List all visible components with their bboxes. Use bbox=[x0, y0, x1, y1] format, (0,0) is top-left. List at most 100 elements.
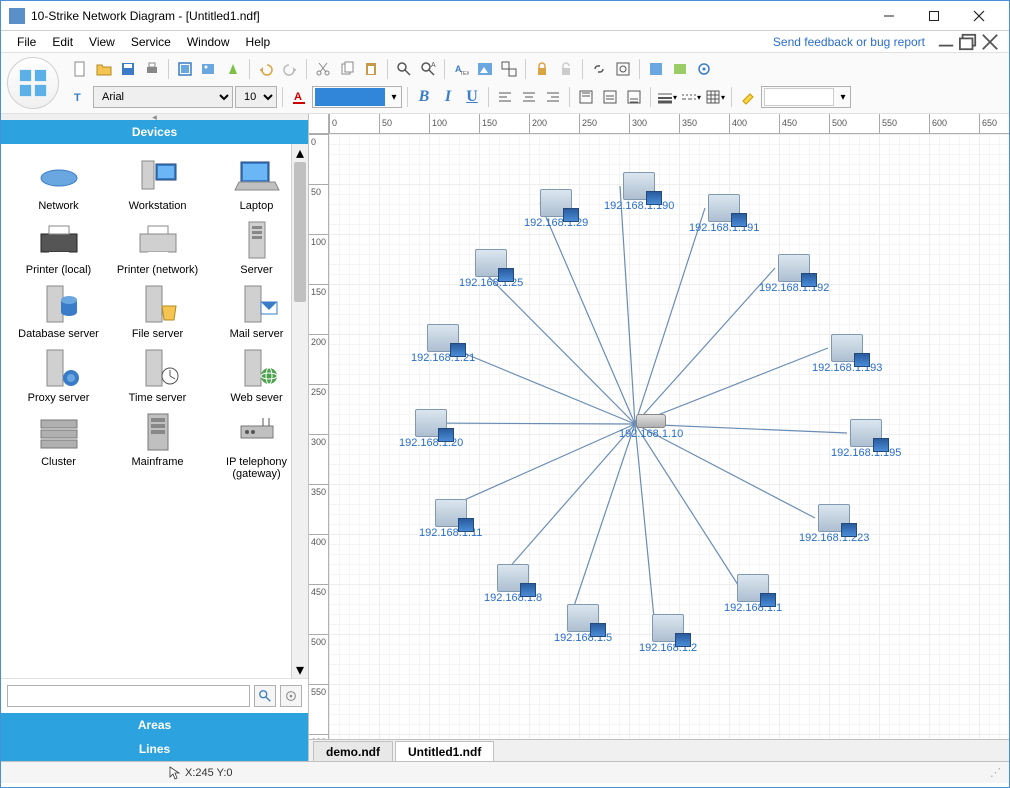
zoom-fit-button[interactable] bbox=[612, 58, 634, 80]
device-palette-item[interactable]: Mainframe bbox=[108, 408, 207, 484]
mdi-restore-button[interactable] bbox=[959, 35, 977, 49]
font-color-button[interactable]: A bbox=[288, 86, 310, 108]
diagram-node[interactable]: 192.168.1.5 bbox=[554, 604, 612, 644]
device-palette-item[interactable]: Time server bbox=[108, 344, 207, 408]
device-palette-item[interactable]: Cluster bbox=[9, 408, 108, 484]
menu-service[interactable]: Service bbox=[123, 35, 179, 49]
align-left-button[interactable] bbox=[494, 86, 516, 108]
diagram-node[interactable]: 192.168.1.8 bbox=[484, 564, 542, 604]
devices-scrollbar[interactable]: ▴ ▾ bbox=[291, 144, 308, 678]
areas-panel-header[interactable]: Areas bbox=[1, 713, 308, 737]
valign-top-button[interactable] bbox=[575, 86, 597, 108]
line-dash-button[interactable]: ▾ bbox=[680, 86, 702, 108]
diagram-node[interactable]: 192.168.1.11 bbox=[419, 499, 482, 539]
devices-search-input[interactable] bbox=[7, 685, 250, 707]
valign-middle-button[interactable] bbox=[599, 86, 621, 108]
link-button[interactable] bbox=[588, 58, 610, 80]
cut-button[interactable] bbox=[312, 58, 334, 80]
font-family-select[interactable]: Arial bbox=[93, 86, 233, 108]
settings-button[interactable] bbox=[693, 58, 715, 80]
font-size-select[interactable]: 10 bbox=[235, 86, 277, 108]
insert-text-button[interactable]: ATEXT bbox=[450, 58, 472, 80]
feedback-link[interactable]: Send feedback or bug report bbox=[773, 35, 935, 49]
diagram-hub-node[interactable]: 192.168.1.10 bbox=[619, 414, 683, 440]
device-palette-item[interactable]: Database server bbox=[9, 280, 108, 344]
font-icon: T bbox=[69, 86, 91, 108]
group-button[interactable] bbox=[498, 58, 520, 80]
diagram-node[interactable]: 192.168.1.191 bbox=[689, 194, 759, 234]
devices-panel-header[interactable]: Devices bbox=[1, 120, 308, 144]
maximize-button[interactable] bbox=[911, 1, 956, 30]
find-replace-button[interactable]: A bbox=[417, 58, 439, 80]
insert-shape-button[interactable] bbox=[222, 58, 244, 80]
copy-button[interactable] bbox=[336, 58, 358, 80]
new-button[interactable] bbox=[69, 58, 91, 80]
diagram-node[interactable]: 192.168.1.1 bbox=[724, 574, 782, 614]
redo-button[interactable] bbox=[279, 58, 301, 80]
insert-picture-button[interactable] bbox=[474, 58, 496, 80]
node-label: 192.168.1.192 bbox=[759, 282, 829, 294]
sidebar: ◂ Devices NetworkWorkstationLaptopPrinte… bbox=[1, 114, 309, 761]
print-button[interactable] bbox=[141, 58, 163, 80]
document-tab[interactable]: Untitled1.ndf bbox=[395, 741, 494, 761]
device-palette-item[interactable]: Workstation bbox=[108, 152, 207, 216]
undo-button[interactable] bbox=[255, 58, 277, 80]
valign-bottom-button[interactable] bbox=[623, 86, 645, 108]
resize-grip[interactable]: ⋰ bbox=[990, 766, 1001, 779]
highlight-button[interactable] bbox=[737, 86, 759, 108]
map-view-button[interactable] bbox=[645, 58, 667, 80]
find-button[interactable] bbox=[393, 58, 415, 80]
device-palette-item[interactable]: File server bbox=[108, 280, 207, 344]
diagram-node[interactable]: 192.168.1.29 bbox=[524, 189, 588, 229]
align-center-button[interactable] bbox=[518, 86, 540, 108]
diagram-node[interactable]: 192.168.1.192 bbox=[759, 254, 829, 294]
close-button[interactable] bbox=[956, 1, 1001, 30]
device-palette-item[interactable]: Proxy server bbox=[9, 344, 108, 408]
lines-panel-header[interactable]: Lines bbox=[1, 737, 308, 761]
device-palette-item[interactable]: Printer (network) bbox=[108, 216, 207, 280]
mdi-minimize-button[interactable] bbox=[937, 35, 955, 49]
align-right-button[interactable] bbox=[542, 86, 564, 108]
menu-edit[interactable]: Edit bbox=[44, 35, 81, 49]
diagram-node[interactable]: 192.168.1.195 bbox=[831, 419, 901, 459]
device-palette-item[interactable]: Network bbox=[9, 152, 108, 216]
diagram-node[interactable]: 192.168.1.20 bbox=[399, 409, 463, 449]
diagram-node[interactable]: 192.168.1.193 bbox=[812, 334, 882, 374]
insert-image-button[interactable] bbox=[198, 58, 220, 80]
scroll-thumb[interactable] bbox=[294, 162, 306, 302]
device-palette-item[interactable]: Printer (local) bbox=[9, 216, 108, 280]
diagram-canvas[interactable]: 192.168.1.10192.168.1.190192.168.1.29192… bbox=[329, 134, 1009, 761]
devices-settings-button[interactable] bbox=[280, 685, 302, 707]
italic-button[interactable]: I bbox=[437, 86, 459, 108]
export-image-button[interactable] bbox=[174, 58, 196, 80]
menu-view[interactable]: View bbox=[81, 35, 123, 49]
bold-button[interactable]: B bbox=[413, 86, 435, 108]
scroll-down-button[interactable]: ▾ bbox=[292, 661, 308, 678]
line-style-button[interactable]: ▾ bbox=[656, 86, 678, 108]
diagram-node[interactable]: 192.168.1.190 bbox=[604, 172, 674, 212]
mdi-close-button[interactable] bbox=[981, 35, 999, 49]
menu-file[interactable]: File bbox=[9, 35, 44, 49]
pattern-button[interactable]: ▾ bbox=[704, 86, 726, 108]
scroll-up-button[interactable]: ▴ bbox=[292, 144, 308, 161]
minimize-button[interactable] bbox=[866, 1, 911, 30]
devices-search-button[interactable] bbox=[254, 685, 276, 707]
diagram-node[interactable]: 192.168.1.2 bbox=[639, 614, 697, 654]
bg-color-combo[interactable]: ▾ bbox=[761, 86, 851, 108]
lock-button[interactable] bbox=[531, 58, 553, 80]
open-button[interactable] bbox=[93, 58, 115, 80]
paste-button[interactable] bbox=[360, 58, 382, 80]
diagram-view-button[interactable] bbox=[669, 58, 691, 80]
menu-window[interactable]: Window bbox=[179, 35, 238, 49]
document-tab[interactable]: demo.ndf bbox=[313, 741, 393, 761]
diagram-node[interactable]: 192.168.1.21 bbox=[411, 324, 475, 364]
unlock-button[interactable] bbox=[555, 58, 577, 80]
fill-color-combo[interactable]: ▾ bbox=[312, 86, 402, 108]
underline-button[interactable]: U bbox=[461, 86, 483, 108]
scan-network-button[interactable] bbox=[7, 57, 59, 109]
diagram-node[interactable]: 192.168.1.25 bbox=[459, 249, 523, 289]
workstation-icon bbox=[540, 189, 572, 217]
diagram-node[interactable]: 192.168.1.223 bbox=[799, 504, 869, 544]
menu-help[interactable]: Help bbox=[238, 35, 279, 49]
save-button[interactable] bbox=[117, 58, 139, 80]
